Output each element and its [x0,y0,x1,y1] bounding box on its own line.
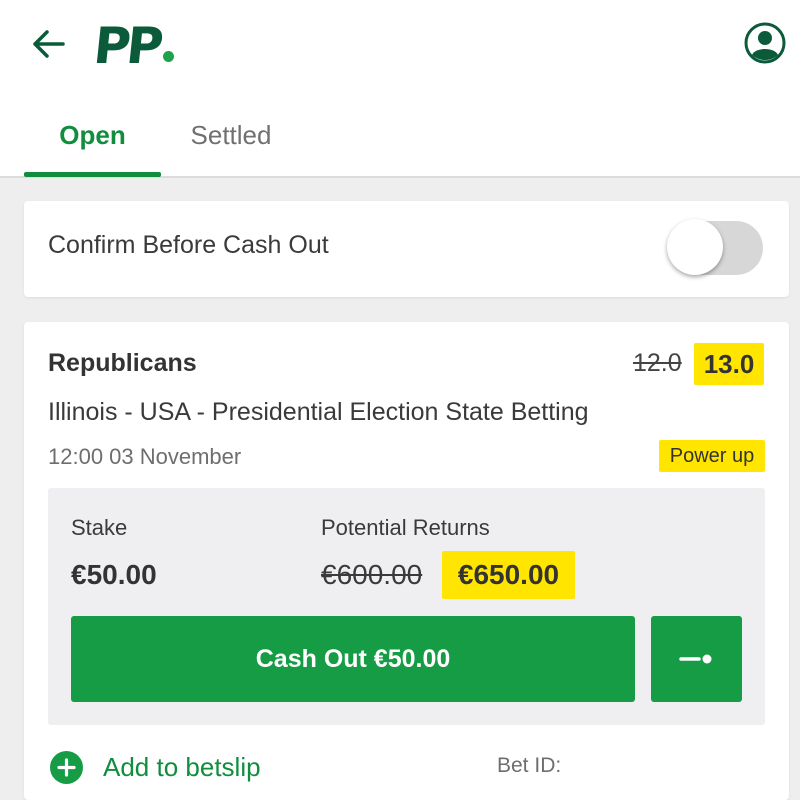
brand-logo[interactable]: PP [90,17,175,75]
potential-returns-label: Potential Returns [321,515,490,540]
old-returns: €600.00 [321,559,423,590]
bet-id-label: Bet ID: [497,754,562,777]
bet-tabs: Open Settled [0,95,800,178]
selection-name: Republicans [48,349,197,377]
logo-text: PP [90,17,163,75]
confirm-cashout-label: Confirm Before Cash Out [48,231,329,259]
market-name: Illinois - USA - Presidential Election S… [48,398,589,426]
boosted-odds: 13.0 [694,343,764,385]
boosted-returns: €650.00 [442,551,575,599]
logo-dot [163,51,175,62]
plus-circle-icon [50,750,83,784]
add-to-betslip-link[interactable]: Add to betslip [50,749,261,785]
user-circle-icon [744,22,786,64]
stake-label: Stake [71,515,128,540]
account-button[interactable] [742,20,788,66]
slider-icon [678,654,711,664]
toggle-knob [667,219,723,275]
stake-panel: Stake €50.00 Potential Returns €600.00 €… [48,488,765,725]
bet-card: Republicans 12.0 13.0 Illinois - USA - P… [24,322,789,800]
add-to-betslip-label: Add to betslip [103,751,261,782]
confirm-cashout-toggle[interactable] [667,218,765,275]
event-time: 12:00 03 November [48,444,242,469]
cash-out-button[interactable]: Cash Out €50.00 [71,616,635,702]
tab-settled[interactable]: Settled [176,95,286,176]
partial-cashout-button[interactable] [651,616,742,702]
arrow-left-icon [33,30,65,58]
top-bar: PP [0,0,800,95]
stake-value: €50.00 [71,559,157,590]
old-odds: 12.0 [633,349,682,377]
tab-open[interactable]: Open [24,95,161,177]
power-up-badge: Power up [659,440,765,472]
back-button[interactable] [26,22,70,66]
